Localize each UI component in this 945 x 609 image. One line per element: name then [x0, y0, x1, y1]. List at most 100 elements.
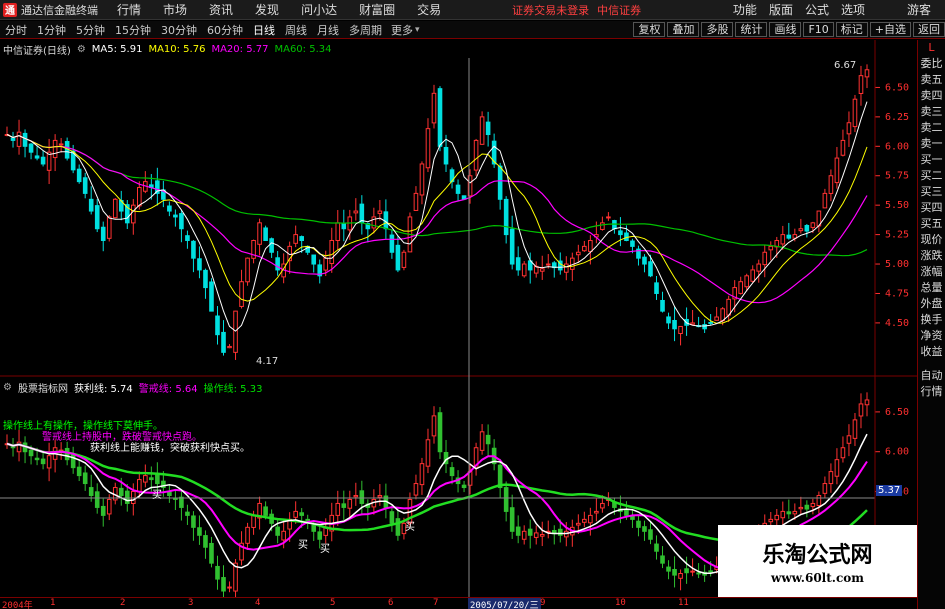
menu-item-ask[interactable]: 问小达 — [290, 1, 348, 18]
indicator-candle-body — [858, 403, 864, 417]
tool-draw-button[interactable]: 画线 — [769, 22, 802, 37]
sidebar-item-volume[interactable]: 总量 — [918, 280, 945, 296]
period-tab-15min[interactable]: 15分钟 — [110, 22, 156, 38]
candle-body — [660, 299, 665, 312]
indicator-candle-body — [582, 518, 587, 523]
indicator-candle-body — [335, 502, 341, 516]
sidebar-item-ask1[interactable]: 卖一 — [918, 136, 945, 152]
indicator-candle-body — [533, 532, 539, 538]
period-tab-30min[interactable]: 30分钟 — [156, 22, 202, 38]
watermark-title: 乐淘公式网 — [762, 542, 873, 568]
indicator-candle-body — [636, 520, 641, 528]
period-tab-monthly[interactable]: 月线 — [312, 22, 344, 38]
buy-signal-label: 买 — [405, 522, 415, 533]
candle-body — [413, 192, 419, 211]
indicator-candle-body — [118, 487, 124, 496]
sidebar-item-ask5[interactable]: 卖五 — [918, 72, 945, 88]
sidebar-item-bid5[interactable]: 买五 — [918, 216, 945, 232]
candle-body — [864, 69, 870, 78]
menu-item-function[interactable]: 功能 — [727, 1, 763, 18]
period-tab-5min[interactable]: 5分钟 — [71, 22, 110, 38]
period-tab-timeshare[interactable]: 分时 — [0, 22, 32, 38]
sidebar-item-bidratio[interactable]: 委比 — [918, 56, 945, 72]
sidebar-item-bid2[interactable]: 买二 — [918, 168, 945, 184]
indicator-name[interactable]: 股票指标网 — [18, 380, 68, 395]
buy-signal-label: 买 — [152, 490, 162, 501]
candle-body — [744, 275, 750, 288]
menu-item-trade[interactable]: 交易 — [406, 1, 452, 18]
sidebar-item-quotes[interactable]: 行情 — [918, 384, 945, 400]
indicator-candle-body — [786, 511, 792, 515]
chevron-down-icon[interactable]: ▾ — [415, 25, 420, 35]
indicator-candle-body — [88, 487, 94, 496]
stock-name[interactable]: 中信证券(日线) — [3, 42, 71, 57]
period-more-dropdown[interactable]: 更多 — [387, 22, 413, 38]
period-tab-1min[interactable]: 1分钟 — [32, 22, 71, 38]
candle-body — [293, 234, 298, 244]
candle-body — [377, 210, 383, 214]
tool-mark-button[interactable]: 标记 — [835, 22, 868, 37]
indicator-axis: 6.506.005.505.00 — [875, 407, 909, 537]
sidebar-item-auto[interactable]: 自动 — [918, 368, 945, 384]
sidebar-item-turnover[interactable]: 换手 — [918, 312, 945, 328]
settings-icon[interactable]: ⚙ — [3, 382, 12, 393]
candle-body — [642, 256, 647, 265]
sidebar-item-change[interactable]: 涨跌 — [918, 248, 945, 264]
tool-adjust-button[interactable]: 复权 — [633, 22, 666, 37]
sidebar-item-netasset[interactable]: 净资 — [918, 328, 945, 344]
sidebar-item-ask3[interactable]: 卖三 — [918, 104, 945, 120]
menu-item-discover[interactable]: 发现 — [244, 1, 290, 18]
sidebar-item-outer[interactable]: 外盘 — [918, 296, 945, 312]
sidebar-item-ask2[interactable]: 卖二 — [918, 120, 945, 136]
sidebar-item-price[interactable]: 现价 — [918, 232, 945, 248]
period-tab-weekly[interactable]: 周线 — [280, 22, 312, 38]
indicator-candle-body — [852, 419, 858, 439]
menu-item-market[interactable]: 市场 — [152, 1, 198, 18]
tool-multistock-button[interactable]: 多股 — [701, 22, 734, 37]
period-tab-daily[interactable]: 日线 — [248, 22, 280, 38]
indicator-tick-label: 6.00 — [885, 447, 909, 458]
indicator-candle-body — [576, 522, 581, 526]
indicator-candle-body — [684, 568, 689, 574]
guest-label[interactable]: 游客 — [901, 1, 937, 18]
candle-body — [846, 122, 852, 135]
menu-item-options[interactable]: 选项 — [835, 1, 871, 18]
candle-body — [227, 345, 232, 349]
indicator-candle-body — [768, 518, 774, 523]
sidebar-item-change-pct[interactable]: 涨幅 — [918, 264, 945, 280]
candle-body — [786, 234, 792, 239]
menu-item-formula[interactable]: 公式 — [799, 1, 835, 18]
indicator-candle-body — [822, 483, 828, 494]
candle-body — [275, 257, 280, 271]
candle-body — [810, 222, 816, 228]
indicator-candle-body — [137, 479, 142, 493]
sidebar-item-bid4[interactable]: 买四 — [918, 200, 945, 216]
menu-item-layout[interactable]: 版面 — [763, 1, 799, 18]
price-tick-label: 4.50 — [885, 318, 909, 329]
menu-item-news[interactable]: 资讯 — [198, 1, 244, 18]
tool-f10-button[interactable]: F10 — [803, 22, 834, 37]
date-tick: 1 — [50, 598, 56, 608]
login-notice[interactable]: 证券交易未登录 — [512, 2, 589, 18]
chart-canvas[interactable]: 6.50 6.25 6.00 5.75 5.50 5.25 5.00 4.75 4.50 6.5… — [0, 40, 917, 597]
date-axis: 2004年 1 2 3 4 5 6 7 2005/07/20/三 9 10 11 — [0, 597, 917, 609]
tool-add-watch-button[interactable]: +自选 — [869, 22, 911, 37]
indicator-candle-body — [124, 490, 130, 504]
candle-body — [672, 319, 677, 330]
tool-stats-button[interactable]: 统计 — [735, 22, 768, 37]
menu-item-quotes[interactable]: 行情 — [106, 1, 152, 18]
settings-icon[interactable]: ⚙ — [77, 44, 86, 55]
sidebar-item-bid3[interactable]: 买三 — [918, 184, 945, 200]
tool-back-button[interactable]: 返回 — [913, 22, 945, 37]
period-tab-multi[interactable]: 多周期 — [344, 22, 387, 38]
sidebar-item-l[interactable]: L — [918, 40, 945, 56]
sidebar-item-ask4[interactable]: 卖四 — [918, 88, 945, 104]
broker-notice[interactable]: 中信证券 — [597, 2, 641, 18]
indicator-candle-body — [774, 514, 780, 521]
tool-overlay-button[interactable]: 叠加 — [667, 22, 700, 37]
period-tab-60min[interactable]: 60分钟 — [202, 22, 248, 38]
profit-line-value: 获利线: 5.74 — [73, 384, 133, 395]
sidebar-item-earnings[interactable]: 收益 — [918, 344, 945, 360]
menu-item-wealth[interactable]: 财富圈 — [348, 1, 406, 18]
sidebar-item-bid1[interactable]: 买一 — [918, 152, 945, 168]
